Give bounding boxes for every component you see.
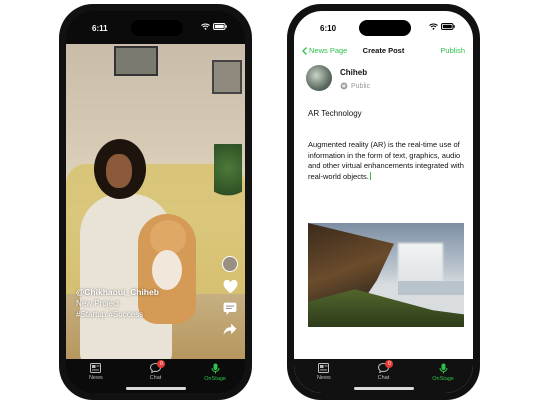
dog-chest [152,250,182,290]
heart-icon[interactable] [223,280,238,294]
feed-caption: @Chikhaoui_Chiheb New Project #Startup #… [76,287,159,320]
wall-frame [212,60,242,94]
tab-label: OnStage [204,376,226,382]
tab-news[interactable]: News [76,363,116,381]
news-icon [90,363,102,373]
dog-head [150,220,186,254]
post-image[interactable] [308,223,464,327]
battery-icon [213,23,227,30]
tab-onstage[interactable]: OnStage [195,363,235,382]
feed-username[interactable]: @Chikhaoui_Chiheb [76,287,159,298]
post-author: Chiheb Public [306,65,370,91]
phone-left: 6:11 @Chikhaoui_Chiheb New Project #Star… [59,4,252,400]
system-icons [201,23,227,30]
status-bar: 6:10 [294,11,473,41]
post-body-field[interactable]: Augmented reality (AR) is the real-time … [308,140,466,182]
feed-actions [222,256,238,336]
globe-icon [340,82,348,90]
battery-icon [441,23,455,30]
author-info: Chiheb Public [340,65,370,90]
tab-label: Chat [149,375,162,381]
tab-onstage[interactable]: OnStage [423,363,463,382]
microphone-icon [439,363,448,374]
share-icon[interactable] [223,323,237,336]
dynamic-island [131,20,183,36]
nav-bar: Create Post News Page Publish [294,44,473,62]
post-title-field[interactable]: AR Technology [308,109,362,118]
chat-badge: 0 [157,360,166,368]
comment-icon[interactable] [223,302,237,315]
feed-screen: 6:11 @Chikhaoui_Chiheb New Project #Star… [66,11,245,393]
privacy-label: Public [351,82,371,90]
wall-frame [114,46,158,76]
feed-project: New Project [76,299,120,308]
wifi-icon [429,23,438,30]
tab-chat[interactable]: 0 Chat [135,360,175,381]
home-indicator[interactable] [126,387,186,390]
avatar [306,65,332,91]
chat-badge: 0 [385,360,394,368]
image-water [398,281,464,295]
microphone-icon [211,363,220,374]
system-icons [429,23,455,30]
tab-chat[interactable]: 0 Chat [363,360,403,381]
phone-right: 6:10 Create Post News Page Publish Chihe… [287,4,480,400]
image-waterfall [398,243,443,283]
privacy-selector[interactable]: Public [340,82,370,90]
plant [214,144,242,204]
back-button[interactable]: News Page [302,46,347,55]
wifi-icon [201,23,210,30]
creator-avatar[interactable] [222,256,238,272]
status-bar: 6:11 [66,11,245,41]
person-face [106,154,132,188]
chevron-left-icon [302,46,307,55]
tab-label: News [88,375,103,381]
status-time: 6:10 [320,24,337,33]
publish-button[interactable]: Publish [440,46,465,55]
tab-news[interactable]: News [304,363,344,381]
text-caret [369,171,371,180]
status-time: 6:11 [92,24,108,33]
home-indicator[interactable] [354,387,414,390]
feed-tags[interactable]: #Startup #Success [76,309,159,320]
tab-label: OnStage [432,376,454,382]
author-name: Chiheb [340,68,368,77]
create-post-screen: 6:10 Create Post News Page Publish Chihe… [294,11,473,393]
tab-label: Chat [377,375,390,381]
dynamic-island [359,20,411,36]
tab-label: News [316,375,331,381]
post-body-text: Augmented reality (AR) is the real-time … [308,140,464,181]
back-label: News Page [309,46,348,55]
news-icon [318,363,330,373]
